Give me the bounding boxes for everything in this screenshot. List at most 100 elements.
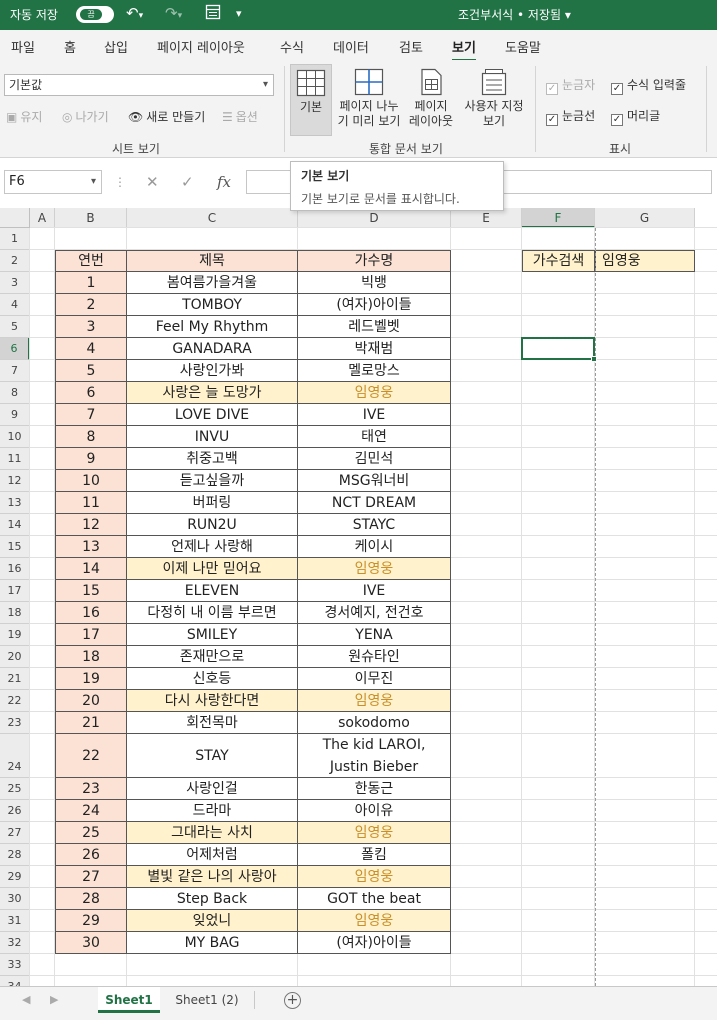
table-row-artist[interactable]: 임영웅 xyxy=(298,690,451,712)
table-row-number[interactable]: 26 xyxy=(55,844,127,866)
row-header-15[interactable]: 15 xyxy=(0,536,30,558)
add-sheet-icon[interactable]: + xyxy=(284,992,301,1009)
name-box[interactable]: F6 ▾ xyxy=(4,170,102,194)
row-header-26[interactable]: 26 xyxy=(0,800,30,822)
table-row-title[interactable]: 드라마 xyxy=(127,800,298,822)
table-row-number[interactable]: 18 xyxy=(55,646,127,668)
row-header-24[interactable]: 24 xyxy=(0,734,30,778)
document-title[interactable]: 조건부서식 • 저장됨 ▾ xyxy=(458,6,571,23)
table-row-artist[interactable]: 김민석 xyxy=(298,448,451,470)
table-row-title[interactable]: 버퍼링 xyxy=(127,492,298,514)
table-row-number[interactable]: 1 xyxy=(55,272,127,294)
table-row-number[interactable]: 4 xyxy=(55,338,127,360)
table-row-number[interactable]: 30 xyxy=(55,932,127,954)
tab-view[interactable]: 보기 xyxy=(452,37,476,62)
search-value-cell[interactable]: 임영웅 xyxy=(595,250,695,272)
row-header-19[interactable]: 19 xyxy=(0,624,30,646)
row-header-20[interactable]: 20 xyxy=(0,646,30,668)
table-header-cell[interactable]: 가수명 xyxy=(298,250,451,272)
table-row-number[interactable]: 24 xyxy=(55,800,127,822)
table-row-artist[interactable]: 임영웅 xyxy=(298,382,451,404)
tab-home[interactable]: 홈 xyxy=(64,37,76,56)
table-header-cell[interactable]: 제목 xyxy=(127,250,298,272)
table-row-artist[interactable]: 폴킴 xyxy=(298,844,451,866)
table-row-artist[interactable]: MSG워너비 xyxy=(298,470,451,492)
row-header-34[interactable]: 34 xyxy=(0,976,30,986)
table-row-title[interactable]: 회전목마 xyxy=(127,712,298,734)
table-row-artist[interactable]: 아이유 xyxy=(298,800,451,822)
table-row-artist[interactable]: NCT DREAM xyxy=(298,492,451,514)
table-row-number[interactable]: 29 xyxy=(55,910,127,932)
customize-qat-icon[interactable]: ▾ xyxy=(236,7,242,20)
table-row-artist[interactable]: GOT the beat xyxy=(298,888,451,910)
table-row-number[interactable]: 2 xyxy=(55,294,127,316)
row-header-10[interactable]: 10 xyxy=(0,426,30,448)
sheet-tab-sheet1[interactable]: Sheet1 xyxy=(98,987,160,1013)
row-header-22[interactable]: 22 xyxy=(0,690,30,712)
table-row-artist[interactable]: 케이시 xyxy=(298,536,451,558)
table-row-title[interactable]: SMILEY xyxy=(127,624,298,646)
sheet-tab-sheet1-2[interactable]: Sheet1 (2) xyxy=(166,987,248,1013)
table-row-title[interactable]: 다정히 내 이름 부르면 xyxy=(127,602,298,624)
table-row-title[interactable]: 별빛 같은 나의 사랑아 xyxy=(127,866,298,888)
table-row-title[interactable]: 사랑인가봐 xyxy=(127,360,298,382)
table-row-artist[interactable]: YENA xyxy=(298,624,451,646)
column-header-f[interactable]: F xyxy=(522,208,595,228)
table-row-number[interactable]: 8 xyxy=(55,426,127,448)
row-header-32[interactable]: 32 xyxy=(0,932,30,954)
table-row-number[interactable]: 3 xyxy=(55,316,127,338)
table-row-title[interactable]: 언제나 사랑해 xyxy=(127,536,298,558)
autosave-toggle[interactable]: 끔 xyxy=(76,6,114,23)
table-row-title[interactable]: Feel My Rhythm xyxy=(127,316,298,338)
table-row-artist[interactable]: 임영웅 xyxy=(298,866,451,888)
column-header-a[interactable]: A xyxy=(30,208,55,228)
table-header-cell[interactable]: 연번 xyxy=(55,250,127,272)
tab-help[interactable]: 도움말 xyxy=(505,37,541,56)
table-row-number[interactable]: 20 xyxy=(55,690,127,712)
table-row-title[interactable]: TOMBOY xyxy=(127,294,298,316)
table-row-artist[interactable]: 이무진 xyxy=(298,668,451,690)
tab-insert[interactable]: 삽입 xyxy=(104,37,128,56)
insert-function-icon[interactable]: fx xyxy=(217,173,231,191)
table-row-number[interactable]: 25 xyxy=(55,822,127,844)
row-header-3[interactable]: 3 xyxy=(0,272,30,294)
table-row-title[interactable]: ELEVEN xyxy=(127,580,298,602)
row-header-1[interactable]: 1 xyxy=(0,228,30,250)
new-view-button[interactable]: 👁 새로 만들기 xyxy=(128,108,205,125)
table-row-number[interactable]: 7 xyxy=(55,404,127,426)
table-row-artist[interactable]: 임영웅 xyxy=(298,910,451,932)
table-row-artist[interactable]: 경서예지, 전건호 xyxy=(298,602,451,624)
row-header-6[interactable]: 6 xyxy=(0,338,30,360)
enter-icon[interactable]: ✓ xyxy=(181,173,194,191)
column-header-g[interactable]: G xyxy=(595,208,695,228)
table-row-artist[interactable]: sokodomo xyxy=(298,712,451,734)
table-row-artist[interactable]: 임영웅 xyxy=(298,558,451,580)
table-row-title[interactable]: 취중고백 xyxy=(127,448,298,470)
table-row-artist[interactable]: (여자)아이들 xyxy=(298,294,451,316)
tab-page-layout[interactable]: 페이지 레이아웃 xyxy=(157,37,245,56)
table-row-title[interactable]: 신호등 xyxy=(127,668,298,690)
table-row-artist[interactable]: 태연 xyxy=(298,426,451,448)
table-row-artist[interactable]: 빅뱅 xyxy=(298,272,451,294)
table-row-artist[interactable]: IVE xyxy=(298,404,451,426)
search-label-cell[interactable]: 가수검색 xyxy=(522,250,595,272)
table-row-title[interactable]: 사랑은 늘 도망가 xyxy=(127,382,298,404)
table-row-artist[interactable]: 멜로망스 xyxy=(298,360,451,382)
table-row-artist[interactable]: (여자)아이들 xyxy=(298,932,451,954)
column-header-d[interactable]: D xyxy=(298,208,451,228)
column-header-e[interactable]: E xyxy=(451,208,522,228)
table-row-number[interactable]: 12 xyxy=(55,514,127,536)
table-row-title[interactable]: 잊었니 xyxy=(127,910,298,932)
table-row-number[interactable]: 15 xyxy=(55,580,127,602)
table-row-number[interactable]: 13 xyxy=(55,536,127,558)
table-row-title[interactable]: MY BAG xyxy=(127,932,298,954)
row-header-12[interactable]: 12 xyxy=(0,470,30,492)
page-layout-view-button[interactable]: 페이지 레이아웃 xyxy=(406,64,456,136)
ruler-checkbox[interactable]: ✓ 눈금자 xyxy=(546,76,595,95)
table-row-number[interactable]: 11 xyxy=(55,492,127,514)
table-row-number[interactable]: 5 xyxy=(55,360,127,382)
table-row-title[interactable]: RUN2U xyxy=(127,514,298,536)
form-icon[interactable] xyxy=(205,4,221,22)
gridlines-checkbox[interactable]: ✓ 눈금선 xyxy=(546,107,595,126)
row-header-14[interactable]: 14 xyxy=(0,514,30,536)
